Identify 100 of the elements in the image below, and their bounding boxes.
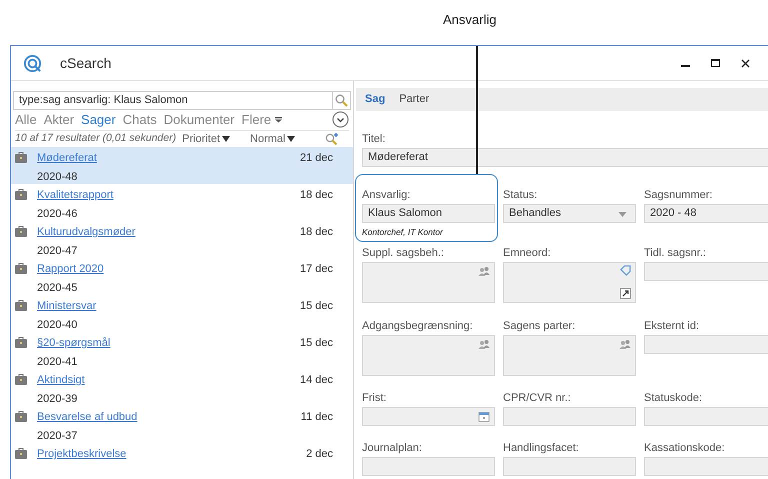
result-title-link[interactable]: Kulturudvalgsmøder <box>37 224 136 240</box>
field-label: Ansvarlig: <box>362 188 412 201</box>
result-date: 15 dec <box>300 336 333 351</box>
search-query: type:sag ansvarlig: Klaus Salomon <box>18 93 189 108</box>
briefcase-icon <box>15 263 27 274</box>
field-label: CPR/CVR nr.: <box>503 391 572 404</box>
people-icon[interactable] <box>619 339 631 350</box>
filter-tab[interactable]: Chats <box>122 110 157 130</box>
sort-dropdown[interactable]: Normal <box>250 130 296 147</box>
filter-tab[interactable]: Dokumenter <box>164 110 235 130</box>
result-title-link[interactable]: Projektbeskrivelse <box>37 446 126 462</box>
input-field[interactable] <box>503 457 636 476</box>
input-field[interactable] <box>644 457 768 476</box>
result-title-link[interactable]: Rapport 2020 <box>37 261 104 277</box>
result-row[interactable]: Rapport 2020 2020-45 17 dec <box>11 258 353 295</box>
result-row[interactable]: Kvalitetsrapport 2020-46 18 dec <box>11 184 353 221</box>
filter-tab[interactable]: Alle <box>15 110 37 130</box>
search-logo-icon <box>23 54 42 72</box>
input-field[interactable] <box>362 335 495 376</box>
result-row[interactable]: Ministersvar 2020-40 15 dec <box>11 295 353 332</box>
field-label: Frist: <box>362 391 388 404</box>
field-label: Eksternt id: <box>644 319 700 332</box>
people-icon[interactable] <box>478 266 490 277</box>
case-number: 2020-48 <box>37 170 78 185</box>
result-title-link[interactable]: Ministersvar <box>37 298 96 314</box>
input-field[interactable] <box>362 262 495 303</box>
results-summary: 10 af 17 resultater (0,01 sekunder) <box>15 130 176 146</box>
field-label: Journalplan: <box>362 441 423 454</box>
title-field[interactable]: Mødereferat <box>362 148 768 167</box>
status-dropdown[interactable]: Behandles <box>503 204 636 223</box>
input-field[interactable] <box>644 335 768 354</box>
window-title: cSearch <box>60 54 112 72</box>
input-field[interactable]: Klaus Salomon <box>362 204 495 222</box>
result-date: 11 dec <box>300 410 333 425</box>
detail-tab[interactable]: Parter <box>399 91 430 108</box>
menu-caret-icon <box>275 116 282 124</box>
detail-tab[interactable]: Sag <box>365 91 386 108</box>
tag-icon[interactable] <box>620 265 631 276</box>
result-date: 17 dec <box>300 262 333 277</box>
field-label: Titel: <box>362 132 386 145</box>
maximize-icon[interactable] <box>711 58 721 68</box>
result-row[interactable]: Kulturudvalgsmøder 2020-47 18 dec <box>11 221 353 258</box>
field-label: Suppl. sagsbeh.: <box>362 246 445 259</box>
search-field[interactable]: type:sag ansvarlig: Klaus Salomon <box>13 91 351 110</box>
input-field[interactable] <box>644 262 768 281</box>
result-date: 18 dec <box>300 188 333 203</box>
briefcase-icon <box>15 337 27 348</box>
search-add-icon[interactable] <box>325 132 339 146</box>
result-title-link[interactable]: Besvarelse af udbud <box>37 409 138 425</box>
expand-circle-icon[interactable] <box>332 111 349 128</box>
filter-tab[interactable]: Sager <box>81 110 116 130</box>
annotation-label: Ansvarlig <box>443 11 496 29</box>
input-field[interactable] <box>503 262 636 303</box>
briefcase-icon <box>15 411 27 422</box>
dropdown-arrow-icon <box>618 212 627 217</box>
result-row[interactable]: Aktindsigt 2020-39 14 dec <box>11 369 353 406</box>
result-title-link[interactable]: Kvalitetsrapport <box>37 187 114 203</box>
sort-dropdown[interactable]: Prioritet <box>182 130 230 147</box>
case-number: 2020-45 <box>37 281 78 296</box>
result-date: 14 dec <box>300 373 333 388</box>
caret-icon <box>287 136 296 142</box>
close-icon[interactable] <box>741 58 750 68</box>
calendar-icon[interactable] <box>478 411 490 422</box>
input-field[interactable] <box>644 407 768 426</box>
result-title-link[interactable]: Aktindsigt <box>37 372 85 388</box>
filter-tab[interactable]: Akter <box>44 110 74 130</box>
filter-tab[interactable]: Flere <box>242 110 282 130</box>
result-date: 21 dec <box>300 151 333 166</box>
briefcase-icon <box>15 300 27 311</box>
field-label: Status: <box>503 188 538 201</box>
result-row[interactable]: Projektbeskrivelse 2 dec <box>11 443 353 479</box>
caret-icon <box>222 136 230 142</box>
briefcase-icon <box>15 374 27 385</box>
input-field[interactable] <box>503 335 636 376</box>
field-label: Sagens parter: <box>503 319 576 332</box>
result-title-link[interactable]: §20-spørgsmål <box>37 335 110 351</box>
result-date: 18 dec <box>300 225 333 240</box>
briefcase-icon <box>15 448 27 459</box>
people-icon[interactable] <box>478 339 490 350</box>
result-date: 2 dec <box>306 447 333 462</box>
briefcase-icon <box>15 226 27 237</box>
case-number: 2020-40 <box>37 318 78 333</box>
case-number: 2020-39 <box>37 392 78 407</box>
open-external-icon[interactable] <box>620 288 631 299</box>
result-row[interactable]: §20-spørgsmål 2020-41 15 dec <box>11 332 353 369</box>
case-number: 2020-41 <box>37 355 78 370</box>
search-icon[interactable] <box>335 94 348 107</box>
input-field[interactable] <box>362 457 495 476</box>
input-field[interactable]: 2020 - 48 <box>644 204 768 223</box>
case-number: 2020-47 <box>37 244 78 259</box>
field-label: Tidl. sagsnr.: <box>644 246 707 259</box>
result-row[interactable]: Mødereferat 2020-48 21 dec <box>11 147 353 184</box>
result-date: 15 dec <box>300 299 333 314</box>
field-label: Statuskode: <box>644 391 704 404</box>
result-title-link[interactable]: Mødereferat <box>37 150 97 166</box>
briefcase-icon <box>15 189 27 200</box>
input-field[interactable] <box>362 407 495 426</box>
result-row[interactable]: Besvarelse af udbud 2020-37 11 dec <box>11 406 353 443</box>
input-field[interactable] <box>503 407 636 426</box>
case-number: 2020-37 <box>37 429 78 444</box>
